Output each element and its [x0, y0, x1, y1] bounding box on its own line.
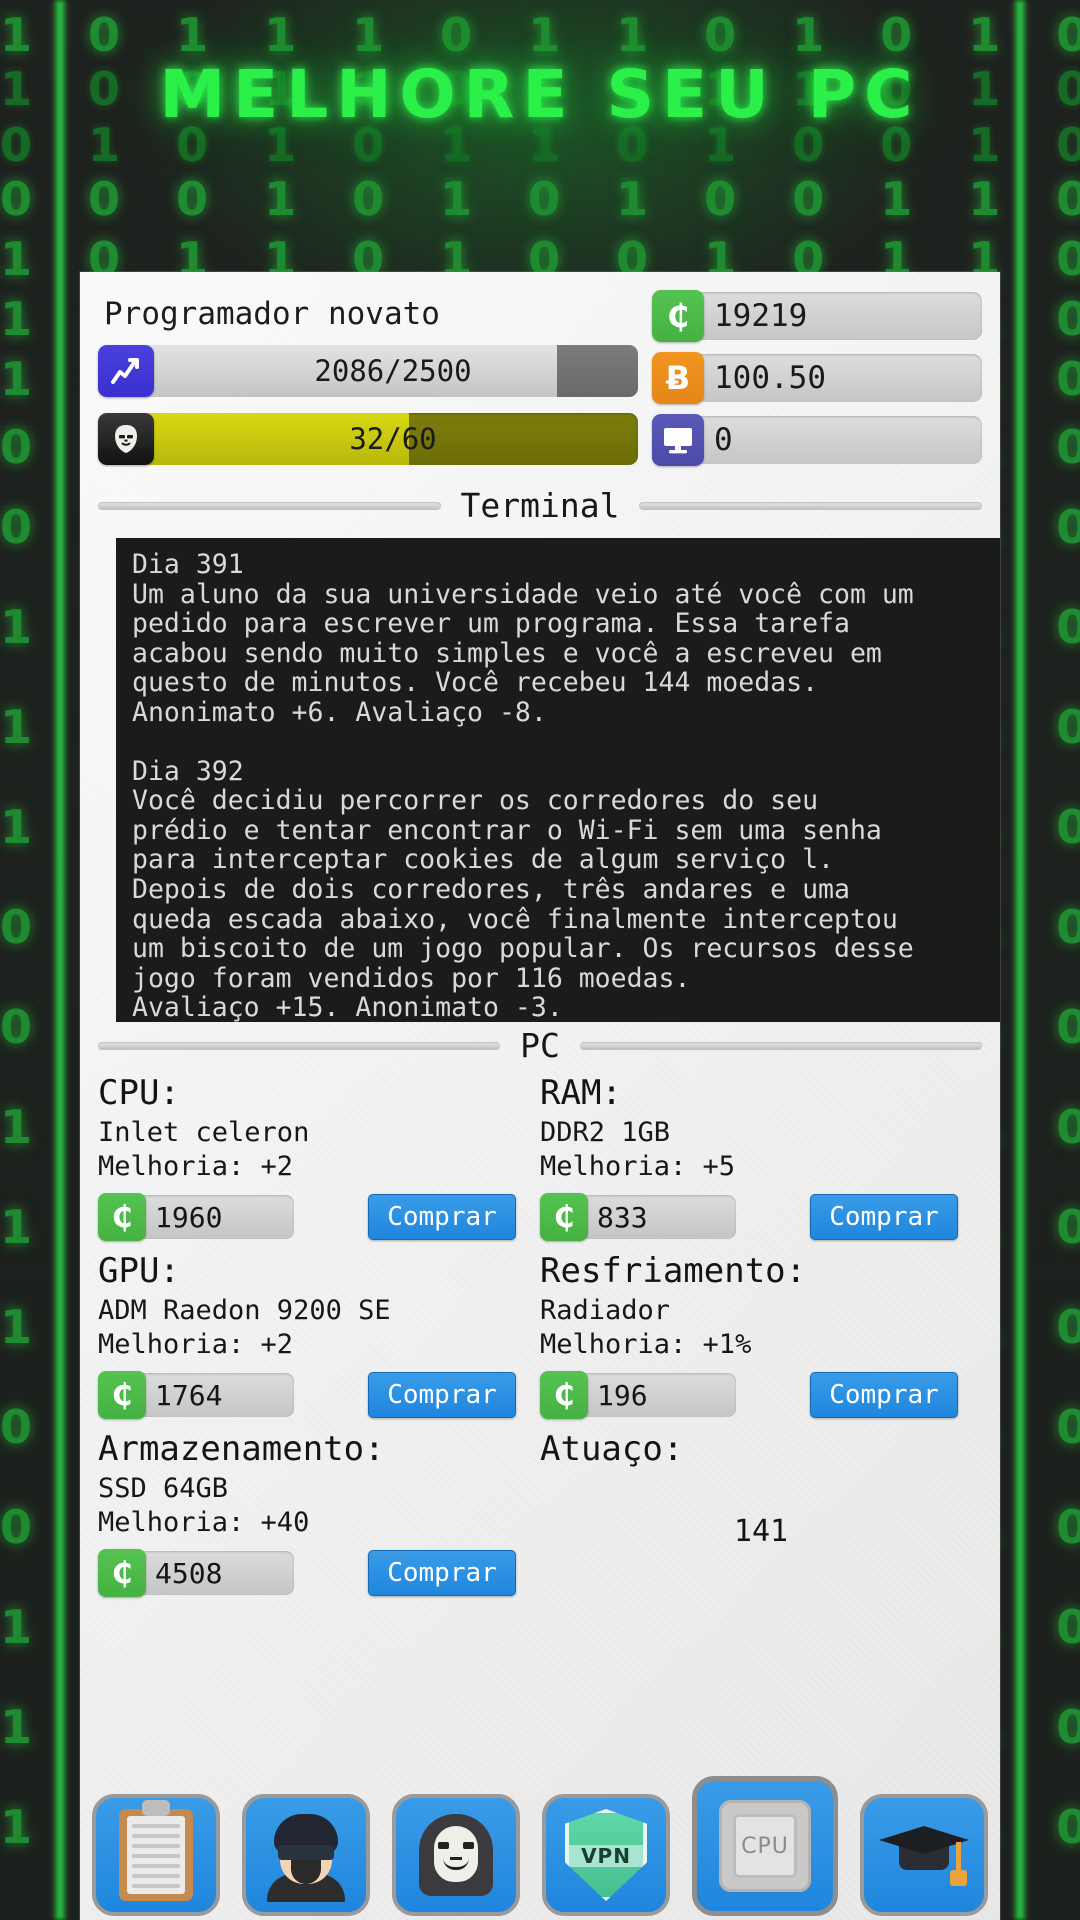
cedi-coin-icon: ₵ [98, 1193, 146, 1241]
nav-vpn[interactable]: VPN [542, 1794, 670, 1916]
terminal-entry-day: Dia 392 [132, 755, 244, 787]
terminal-entry-day: Dia 391 [132, 549, 244, 580]
component-price: ₵ 833 [540, 1193, 736, 1241]
anonymous-mask-icon [98, 413, 154, 465]
price-value: 196 [583, 1373, 736, 1417]
person-icon [263, 1812, 349, 1902]
price-value: 1764 [141, 1373, 294, 1417]
component-performance: Atuaço: 141 [540, 1426, 982, 1549]
component-name: GPU: [98, 1251, 180, 1291]
pc-separator: PC [80, 1026, 1000, 1065]
cpu-chip-icon: CPU [719, 1800, 811, 1892]
cedi-coin-icon: ₵ [652, 290, 704, 342]
terminal-log[interactable]: Dia 391 Um aluno da sua universidade vei… [116, 538, 1000, 1022]
component-price: ₵ 196 [540, 1371, 736, 1419]
main-panel: Programador novato 2086/2500 32/60 ₵ 192… [80, 272, 1000, 1920]
component-cpu: CPU: Inlet celeron Melhoria: +2 ₵ 1960 C… [98, 1070, 540, 1242]
game-screen: 1 0 1 1 1 0 1 1 0 1 0 1 0 0 1 0 1 1 0 1 … [0, 0, 1080, 1920]
component-upgrade: Melhoria: +5 [540, 1151, 736, 1182]
component-name: RAM: [540, 1073, 622, 1113]
experience-value: 2086/2500 [314, 354, 472, 388]
cedi-coin-icon: ₵ [98, 1371, 146, 1419]
currency-coins: ₵ 19219 [652, 290, 982, 342]
pc-column-left: CPU: Inlet celeron Melhoria: +2 ₵ 1960 C… [98, 1070, 540, 1604]
cedi-coin-icon: ₵ [540, 1371, 588, 1419]
separator-line [639, 501, 983, 510]
component-model: DDR2 1GB [540, 1117, 671, 1148]
currency-list: ₵ 19219 Ƀ 100.50 0 [652, 286, 982, 478]
buy-button-ram[interactable]: Comprar [810, 1194, 958, 1240]
left-glow-rail [52, 0, 68, 1920]
nav-darknet[interactable] [392, 1794, 520, 1916]
terminal-entry-text: Você decidiu percorrer os corredores do … [132, 785, 914, 1022]
separator-line [98, 1041, 501, 1050]
player-rank: Programador novato [104, 296, 440, 332]
price-value: 4508 [141, 1551, 294, 1595]
component-price: ₵ 4508 [98, 1549, 294, 1597]
terminal-section-label: Terminal [460, 486, 620, 525]
component-ram: RAM: DDR2 1GB Melhoria: +5 ₵ 833 Comprar [540, 1070, 982, 1242]
terminal-spacer [132, 728, 984, 757]
component-storage: Armazenamento: SSD 64GB Melhoria: +40 ₵ … [98, 1426, 540, 1598]
component-name: Armazenamento: [98, 1429, 385, 1469]
right-glow-rail [1012, 0, 1028, 1920]
component-upgrade: Melhoria: +2 [98, 1329, 294, 1360]
buy-button-storage[interactable]: Comprar [368, 1550, 516, 1596]
component-upgrade: Melhoria: +1% [540, 1329, 752, 1360]
servers-value: 0 [698, 416, 982, 464]
price-value: 1960 [141, 1195, 294, 1239]
anonymity-bar: 32/60 [98, 410, 638, 468]
component-model: ADM Raedon 9200 SE [98, 1295, 391, 1326]
component-price: ₵ 1960 [98, 1193, 294, 1241]
nav-tasks[interactable] [92, 1794, 220, 1916]
component-model: Radiador [540, 1295, 671, 1326]
price-value: 833 [583, 1195, 736, 1239]
pc-column-right: RAM: DDR2 1GB Melhoria: +5 ₵ 833 Comprar [540, 1070, 982, 1604]
cedi-coin-icon: ₵ [98, 1549, 146, 1597]
monitor-icon [652, 414, 704, 466]
buy-button-cpu[interactable]: Comprar [368, 1194, 516, 1240]
nav-profile[interactable] [242, 1794, 370, 1916]
bitcoin-icon: Ƀ [652, 352, 704, 404]
component-model: Inlet celeron [98, 1117, 310, 1148]
component-name: Resfriamento: [540, 1251, 807, 1291]
performance-label: Atuaço: [540, 1429, 684, 1469]
component-name: CPU: [98, 1073, 180, 1113]
currency-servers: 0 [652, 414, 982, 466]
pc-components: CPU: Inlet celeron Melhoria: +2 ₵ 1960 C… [80, 1070, 1000, 1604]
binary-row: 0 0 0 1 0 1 0 1 0 0 1 1 0 1 0 1 1 0 0 1 … [0, 172, 1080, 226]
vpn-shield-icon: VPN [565, 1809, 647, 1901]
bottom-nav: VPN CPU [80, 1776, 1000, 1920]
component-upgrade: Melhoria: +40 [98, 1507, 310, 1538]
performance-value: 141 [733, 1514, 789, 1549]
anonymous-icon [413, 1812, 499, 1898]
experience-bar: 2086/2500 [98, 342, 638, 400]
anonymity-value: 32/60 [349, 422, 437, 456]
terminal-separator: Terminal [80, 486, 1000, 525]
currency-bitcoin: Ƀ 100.50 [652, 352, 982, 404]
chart-up-icon [98, 345, 154, 397]
separator-line [579, 1041, 982, 1050]
nav-pc[interactable]: CPU [692, 1776, 838, 1916]
stats-header: Programador novato 2086/2500 32/60 ₵ 192… [80, 272, 1000, 478]
clipboard-icon [119, 1800, 193, 1901]
component-price: ₵ 1764 [98, 1371, 294, 1419]
buy-button-gpu[interactable]: Comprar [368, 1372, 516, 1418]
nav-education[interactable] [860, 1794, 988, 1916]
cedi-coin-icon: ₵ [540, 1193, 588, 1241]
separator-line [98, 501, 441, 510]
binary-row: 1 0 1 1 1 0 1 1 0 1 0 1 0 0 1 0 1 1 0 1 … [0, 8, 1080, 62]
terminal-entry-text: Um aluno da sua universidade veio até vo… [132, 578, 914, 728]
component-upgrade: Melhoria: +2 [98, 1151, 294, 1182]
pc-section-label: PC [520, 1026, 560, 1065]
page-title: MELHORE SEU PC [159, 56, 921, 133]
coins-value: 19219 [698, 292, 982, 340]
component-cooling: Resfriamento: Radiador Melhoria: +1% ₵ 1… [540, 1248, 982, 1420]
component-gpu: GPU: ADM Raedon 9200 SE Melhoria: +2 ₵ 1… [98, 1248, 540, 1420]
graduation-cap-icon [879, 1820, 969, 1890]
component-model: SSD 64GB [98, 1473, 229, 1504]
bitcoin-value: 100.50 [698, 354, 982, 402]
buy-button-cooling[interactable]: Comprar [810, 1372, 958, 1418]
